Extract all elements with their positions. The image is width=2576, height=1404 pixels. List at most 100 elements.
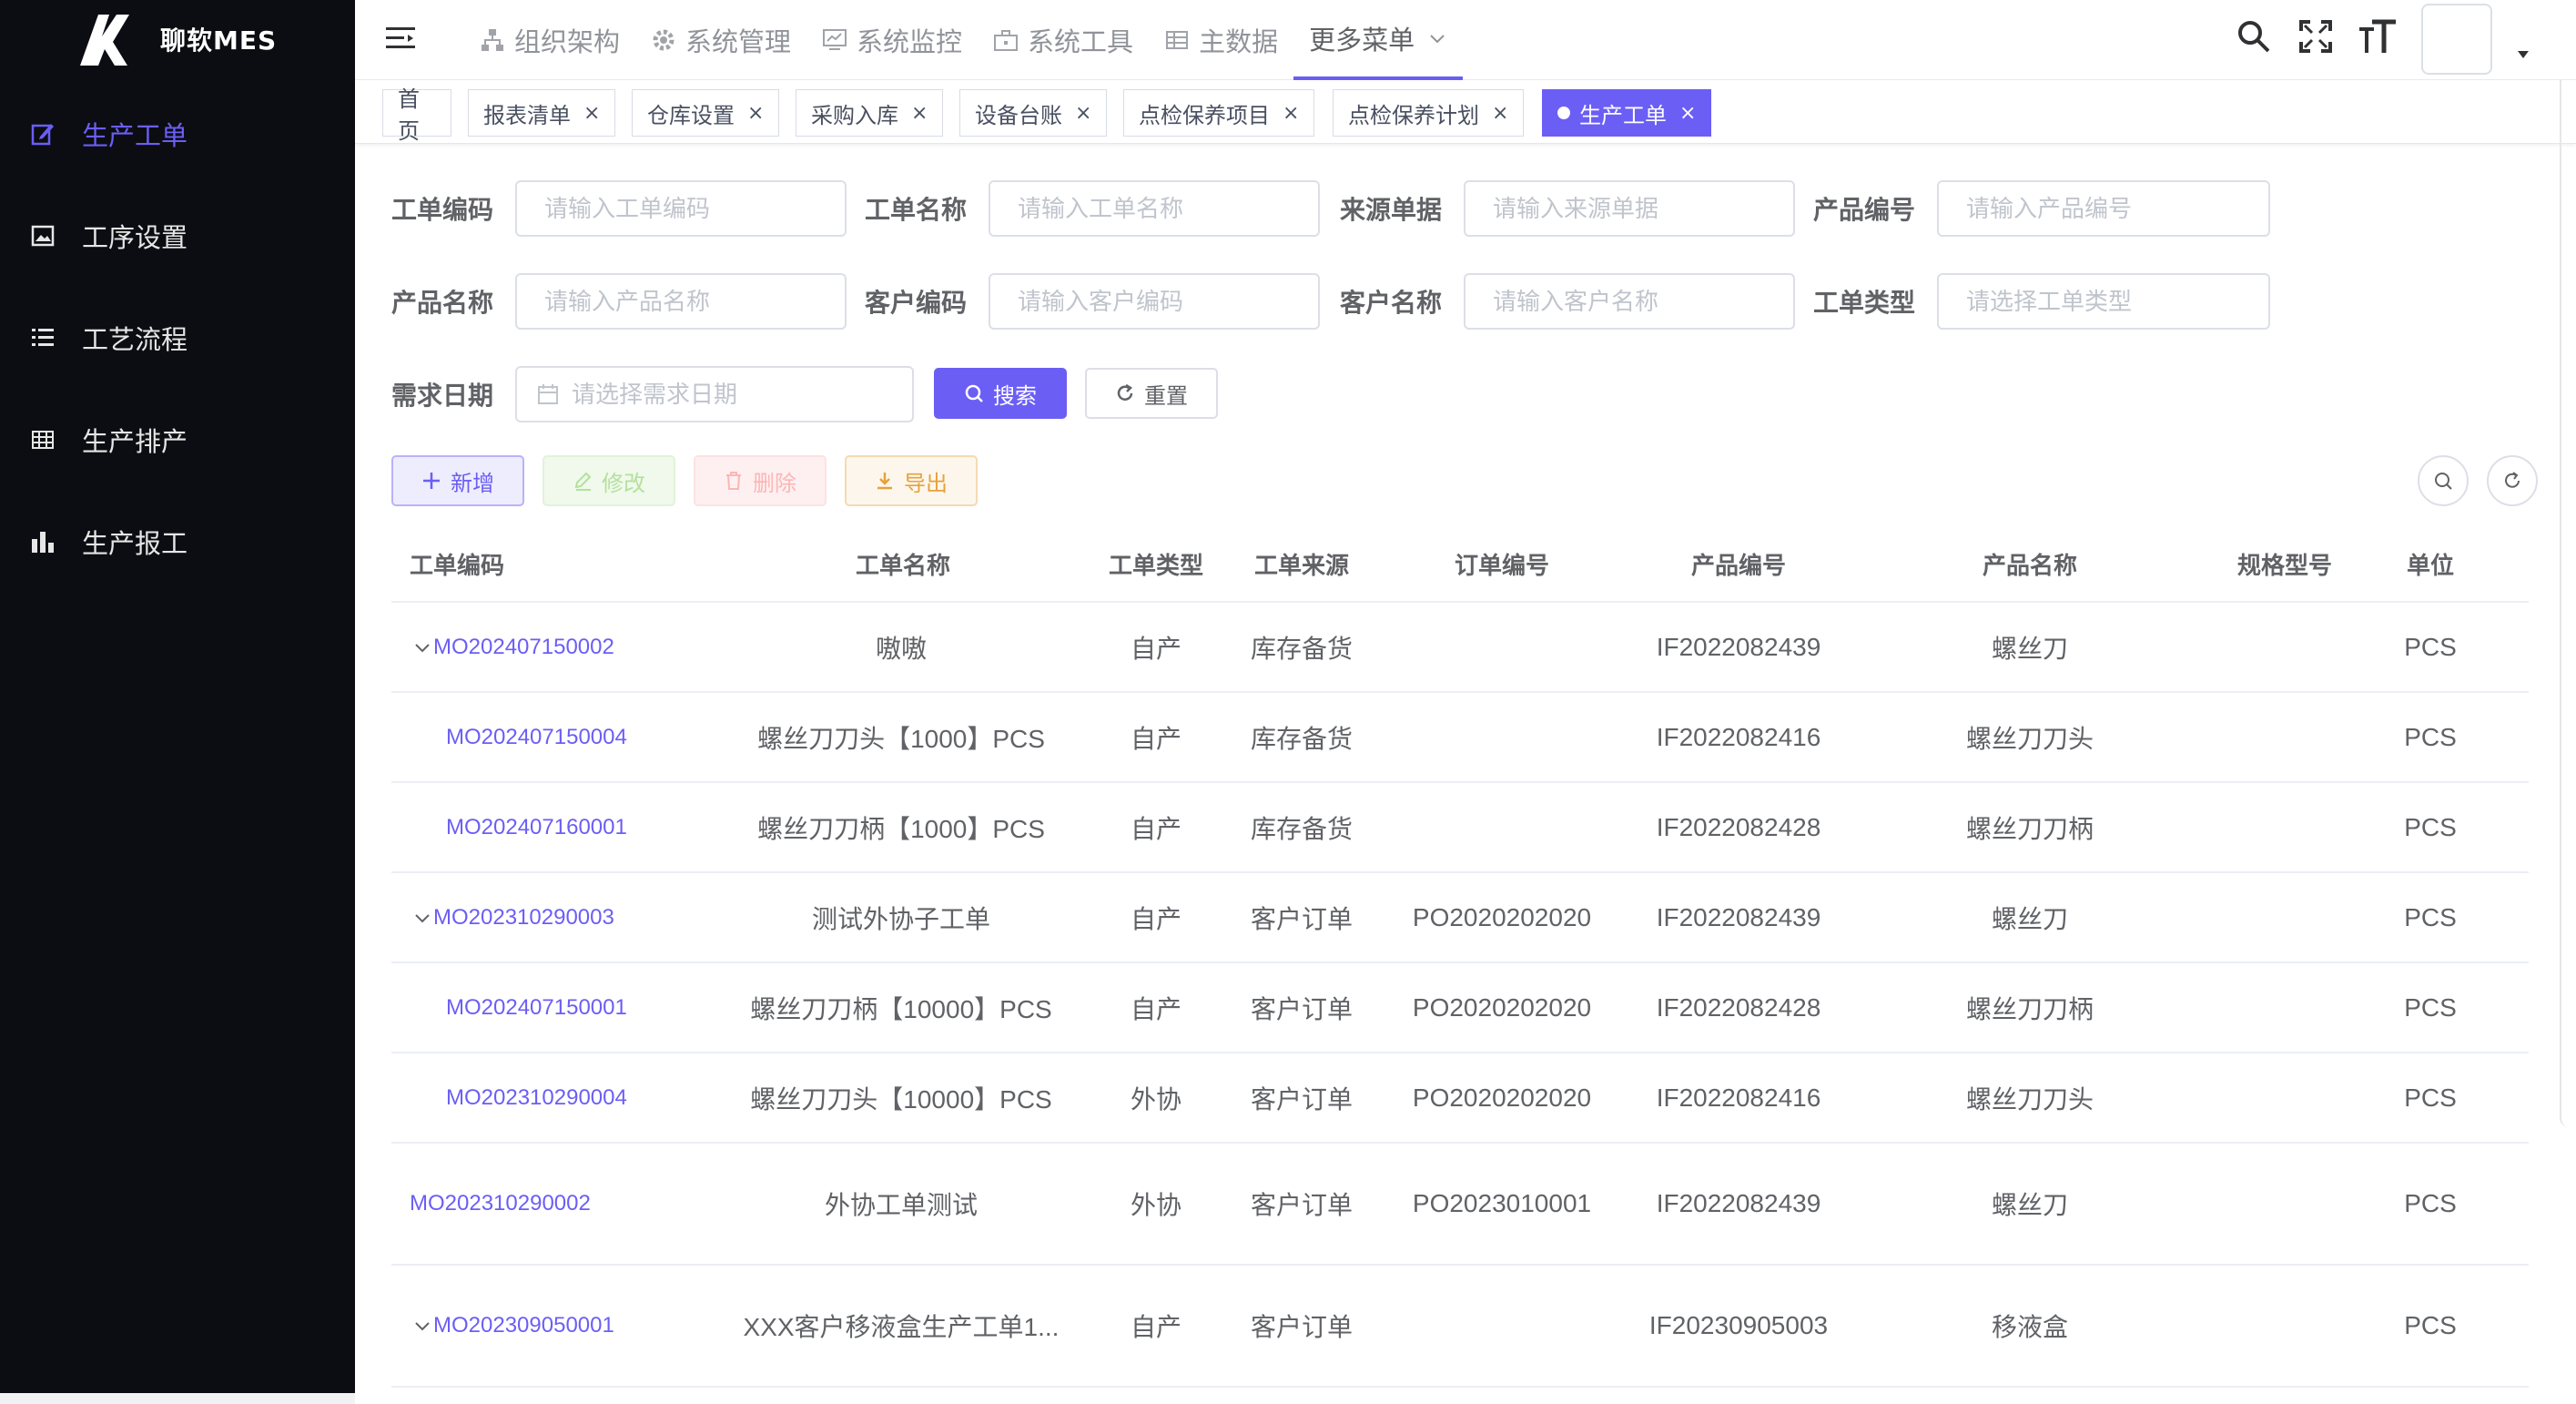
sidebar-item-routing[interactable]: 工艺流程	[0, 297, 355, 379]
sidebar-item-scheduling[interactable]: 生产排产	[0, 399, 355, 481]
cell-source: 库存备货	[1250, 724, 1353, 753]
search-button[interactable]: 搜索	[934, 368, 1067, 419]
delete-button[interactable]: 删除	[694, 455, 827, 506]
order-name-input[interactable]	[989, 180, 1320, 237]
table-row[interactable]: MO202407150004 螺丝刀刀头【1000】PCS 自产 库存备货 IF2022…	[391, 693, 2529, 783]
cell-product-name: 螺丝刀刀头	[1965, 724, 2094, 753]
hamburger-icon[interactable]	[382, 20, 419, 56]
tag-equipment[interactable]: 设备台账 ×	[959, 89, 1108, 137]
cell-name: XXX客户移液盒生产工单1...	[743, 1313, 1060, 1341]
order-code-link[interactable]: MO202309050001	[433, 1266, 614, 1386]
order-code-link[interactable]: MO202407150001	[446, 963, 627, 1052]
label-required-date: 需求日期	[391, 381, 494, 411]
table-row[interactable]: MO202407150002 嗷嗷 自产 库存备货 IF2022082439 螺丝刀 PCS	[391, 603, 2529, 693]
nav-item-monitor[interactable]: 系统监控	[806, 0, 978, 80]
order-code-link[interactable]: MO202407150002	[433, 603, 614, 691]
tag-label: 采购入库	[811, 102, 898, 128]
order-code-input[interactable]	[515, 180, 847, 237]
cell-order: PO2020202020	[1412, 1083, 1592, 1112]
product-name-input[interactable]	[515, 273, 847, 330]
source-doc-input[interactable]	[1464, 180, 1795, 237]
customer-name-input[interactable]	[1464, 273, 1795, 330]
tag-purchase-in[interactable]: 采购入库 ×	[796, 89, 944, 137]
delete-button-label: 删除	[753, 470, 796, 496]
chevron-down-icon[interactable]	[413, 603, 431, 691]
sidebar-item-work-order[interactable]: 生产工单	[0, 93, 355, 175]
avatar[interactable]	[2421, 4, 2492, 75]
sidebar-item-label: 工序设置	[82, 222, 188, 253]
close-icon[interactable]: ×	[1283, 102, 1299, 125]
nav-item-org[interactable]: 组织架构	[464, 0, 635, 80]
close-icon[interactable]: ×	[911, 102, 928, 125]
nav-item-more[interactable]: 更多菜单	[1293, 0, 1464, 80]
product-code-input[interactable]	[1937, 180, 2270, 237]
cell-product-name: 移液盒	[1991, 1313, 2068, 1341]
order-code-link[interactable]: MO202310290002	[410, 1144, 591, 1264]
order-code-link[interactable]: MO202407150004	[446, 693, 627, 781]
close-icon[interactable]: ×	[1075, 102, 1091, 125]
table-icon	[27, 424, 58, 455]
nav-item-label: 系统监控	[857, 26, 963, 57]
toolbox-icon	[993, 26, 1020, 54]
cell-source: 客户订单	[1250, 994, 1353, 1023]
order-type-select[interactable]	[1937, 273, 2270, 330]
order-code-link[interactable]: MO202310290003	[433, 873, 614, 961]
scrollbar[interactable]	[2560, 80, 2576, 1127]
add-button[interactable]: 新增	[391, 455, 524, 506]
tag-inspection-item[interactable]: 点检保养项目 ×	[1123, 89, 1315, 137]
nav-item-tools[interactable]: 系统工具	[978, 0, 1149, 80]
table-row[interactable]: MO202310290004 螺丝刀刀头【10000】PCS 外协 客户订单 PO202…	[391, 1053, 2529, 1144]
sidebar-item-label: 生产排产	[82, 426, 188, 457]
cell-spec	[2212, 1144, 2358, 1264]
tag-report-list[interactable]: 报表清单 ×	[468, 89, 616, 137]
tag-home[interactable]: 首页	[382, 86, 451, 144]
cell-order: PO2023010001	[1412, 1189, 1592, 1217]
close-icon[interactable]: ×	[1492, 102, 1508, 125]
table-row[interactable]: MO202407160001 螺丝刀刀柄【1000】PCS 自产 库存备货 IF2022…	[391, 783, 2529, 873]
sidebar-item-process[interactable]: 工序设置	[0, 195, 355, 277]
customer-code-input[interactable]	[989, 273, 1320, 330]
tag-warehouse[interactable]: 仓库设置 ×	[632, 89, 780, 137]
edit-button[interactable]: 修改	[543, 455, 675, 506]
tag-work-order[interactable]: 生产工单 ×	[1542, 89, 1712, 137]
label-order-type: 工单类型	[1813, 288, 1916, 318]
tag-label: 报表清单	[483, 102, 571, 128]
column-header: 规格型号	[2237, 552, 2333, 580]
fullscreen-icon[interactable]	[2297, 18, 2334, 55]
table-row[interactable]: MO202310290002 外协工单测试 外协 客户订单 PO2023010001 IF…	[391, 1144, 2529, 1266]
order-code-link[interactable]: MO202310290004	[446, 1053, 627, 1142]
close-icon[interactable]: ×	[747, 102, 764, 125]
search-icon[interactable]	[2236, 18, 2272, 55]
chevron-down-icon[interactable]	[413, 1266, 431, 1386]
edit-icon	[27, 118, 58, 149]
cell-product-code: IF2022082416	[1656, 722, 1821, 751]
toggle-search-button[interactable]	[2418, 455, 2469, 506]
table-row[interactable]: MO202407150001 螺丝刀刀柄【10000】PCS 自产 客户订单 PO202…	[391, 963, 2529, 1053]
cell-product-name: 螺丝刀	[1991, 634, 2068, 663]
font-size-icon[interactable]	[2358, 18, 2398, 56]
chevron-down-icon[interactable]	[413, 873, 431, 961]
table-row[interactable]: MO202309050001 XXX客户移液盒生产工单1... 自产 客户订单 IF20…	[391, 1266, 2529, 1388]
cell-type: 外协	[1130, 1191, 1182, 1219]
tag-inspection-plan[interactable]: 点检保养计划 ×	[1333, 89, 1525, 137]
cell-type: 自产	[1130, 814, 1182, 843]
app-title: 聊软MES	[160, 25, 278, 56]
cell-name: 螺丝刀刀柄【10000】PCS	[750, 994, 1052, 1023]
sidebar-item-report[interactable]: 生产报工	[0, 501, 355, 583]
nav-item-master-data[interactable]: 主数据	[1149, 0, 1293, 80]
tag-label: 仓库设置	[647, 102, 735, 128]
nav-item-system[interactable]: 系统管理	[635, 0, 806, 80]
reset-button[interactable]: 重置	[1085, 368, 1218, 419]
logo[interactable]: 聊软MES	[76, 7, 277, 71]
caret-down-icon[interactable]	[2516, 49, 2530, 60]
order-code-link[interactable]: MO202407160001	[446, 783, 627, 871]
close-icon[interactable]: ×	[583, 102, 600, 125]
table-row[interactable]: MO202310290003 测试外协子工单 自产 客户订单 PO2020202020 I…	[391, 873, 2529, 963]
refresh-table-button[interactable]	[2487, 455, 2538, 506]
required-date-picker[interactable]	[515, 366, 914, 422]
navbar: 组织架构 系统管理 系统监控 系统工具 主数据 更多菜单	[355, 0, 2576, 80]
edit-button-label: 修改	[602, 470, 645, 496]
required-date-input[interactable]	[572, 380, 899, 409]
close-icon[interactable]: ×	[1679, 102, 1696, 125]
export-button[interactable]: 导出	[845, 455, 978, 506]
